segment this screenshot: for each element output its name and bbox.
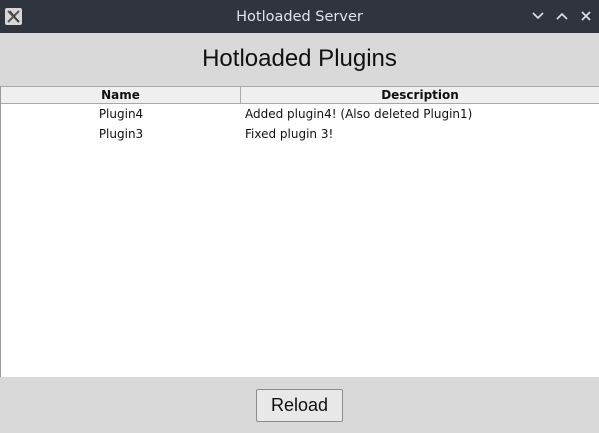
title-bar[interactable]: Hotloaded Server [0,0,599,33]
window-title: Hotloaded Server [236,9,363,25]
plugin-name: Plugin3 [98,127,144,141]
table-row[interactable]: Plugin3 Fixed plugin 3! [1,124,599,144]
chevron-down-icon [532,12,544,20]
table-row[interactable]: Plugin4 Added plugin4! (Also deleted Plu… [1,104,599,124]
close-icon [581,11,591,21]
maximize-button[interactable] [554,8,570,24]
column-header-name[interactable]: Name [1,87,241,103]
page-title: Hotloaded Plugins [202,45,397,72]
plugins-table[interactable]: Name Description Plugin4 Added plugin4! … [0,86,599,377]
chevron-up-icon [556,12,568,20]
plugin-description: Added plugin4! (Also deleted Plugin1) [245,107,473,121]
reload-button[interactable]: Reload [256,389,343,422]
minimize-button[interactable] [530,8,546,24]
plugin-description: Fixed plugin 3! [245,127,334,141]
table-header: Name Description [1,86,599,104]
column-header-description[interactable]: Description [241,87,599,103]
close-button[interactable] [578,8,594,24]
plugin-name: Plugin4 [98,107,144,121]
